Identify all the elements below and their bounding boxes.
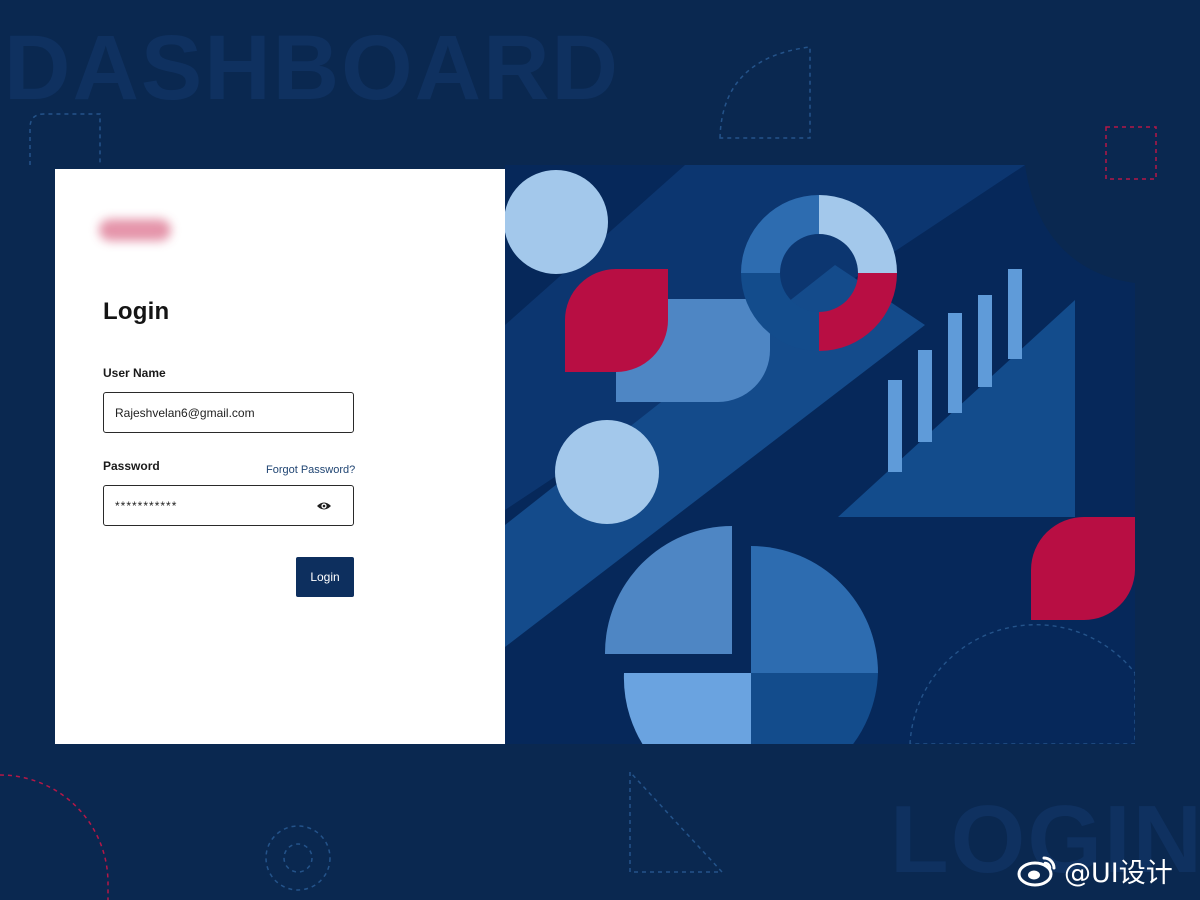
- dashed-circle-outer: [265, 825, 331, 891]
- watermark: @UI设计: [1016, 852, 1173, 889]
- dashboard-illustration: [505, 165, 1135, 744]
- petal-red-right: [1031, 516, 1135, 620]
- dashed-frame-left: [29, 113, 101, 165]
- forgot-password-link[interactable]: Forgot Password?: [266, 464, 355, 476]
- username-input[interactable]: [103, 392, 354, 433]
- dashed-arc-red: [0, 774, 109, 900]
- dashed-quarter-circle-top: [719, 46, 811, 139]
- username-label: User Name: [103, 366, 166, 380]
- login-card: [55, 169, 505, 744]
- weibo-icon: [1017, 856, 1056, 887]
- watermark-text: @UI设计: [1064, 857, 1173, 889]
- brand-logo: [99, 219, 171, 241]
- petal-red-left: [565, 269, 668, 372]
- dashed-triangle: [629, 770, 724, 873]
- dashed-circle-inner: [283, 843, 313, 873]
- eye-icon[interactable]: [316, 499, 332, 513]
- circle-light-middle: [555, 420, 659, 524]
- login-title: Login: [103, 298, 170, 325]
- login-button[interactable]: Login: [296, 557, 354, 597]
- circle-light-top: [505, 170, 608, 274]
- password-label: Password: [103, 459, 160, 473]
